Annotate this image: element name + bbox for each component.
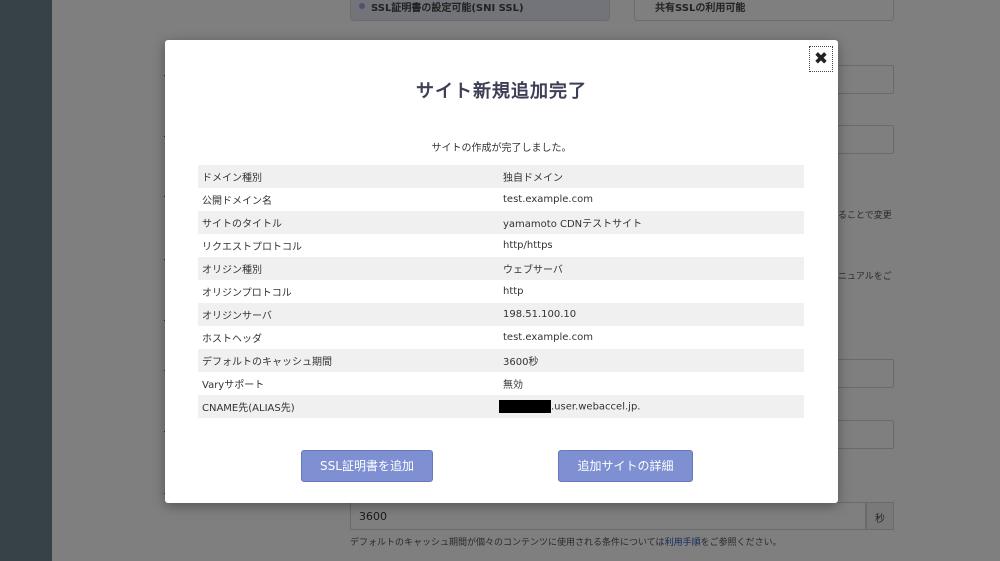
table-row: ホストヘッダ test.example.com	[198, 326, 804, 349]
row-label: CNAME先(ALIAS先)	[198, 395, 499, 418]
row-value: .user.webaccel.jp.	[499, 395, 804, 418]
modal-message: サイトの作成が完了しました。	[431, 143, 572, 154]
table-row: オリジンサーバ 198.51.100.10	[198, 303, 804, 326]
close-icon[interactable]: ✖	[809, 46, 833, 72]
table-row: ドメイン種別 独自ドメイン	[198, 165, 804, 188]
table-row: CNAME先(ALIAS先) .user.webaccel.jp.	[198, 395, 804, 418]
added-site-detail-button[interactable]: 追加サイトの詳細	[558, 450, 693, 482]
row-label: デフォルトのキャッシュ期間	[198, 349, 499, 372]
modal-title: サイト新規追加完了	[416, 81, 587, 102]
table-row: オリジンプロトコル http	[198, 280, 804, 303]
row-label: オリジンプロトコル	[202, 288, 292, 299]
cname-suffix: .user.webaccel.jp.	[551, 401, 641, 413]
row-label: 公開ドメイン名	[202, 196, 272, 207]
row-value: 3600秒	[499, 349, 804, 372]
table-row: デフォルトのキャッシュ期間 3600秒	[198, 349, 804, 372]
row-value: http/https	[503, 240, 553, 251]
row-value: http	[503, 286, 524, 297]
site-details-table: ドメイン種別 独自ドメイン 公開ドメイン名 test.example.com サ…	[198, 165, 804, 418]
row-label: オリジン種別	[198, 257, 499, 280]
add-ssl-certificate-button[interactable]: SSL証明書を追加	[301, 450, 433, 482]
row-label: ドメイン種別	[198, 165, 499, 188]
row-value: ウェブサーバ	[499, 257, 804, 280]
row-value: test.example.com	[503, 194, 593, 205]
row-value: 198.51.100.10	[499, 303, 804, 326]
row-value: 独自ドメイン	[499, 165, 804, 188]
table-row: オリジン種別 ウェブサーバ	[198, 257, 804, 280]
row-label: サイトのタイトル	[198, 211, 499, 234]
table-row: 公開ドメイン名 test.example.com	[198, 188, 804, 211]
table-row: Varyサポート 無効	[198, 372, 804, 395]
table-row: サイトのタイトル yamamoto CDNテストサイト	[198, 211, 804, 234]
row-label: リクエストプロトコル	[202, 242, 302, 253]
row-value: test.example.com	[503, 332, 593, 343]
row-label: Varyサポート	[202, 380, 265, 391]
site-added-modal: ✖ サイト新規追加完了 サイトの作成が完了しました。 ドメイン種別 独自ドメイン…	[165, 40, 838, 503]
row-value: 無効	[503, 380, 523, 391]
row-value: yamamoto CDNテストサイト	[499, 211, 804, 234]
row-label: オリジンサーバ	[198, 303, 499, 326]
table-row: リクエストプロトコル http/https	[198, 234, 804, 257]
row-label: ホストヘッダ	[202, 334, 262, 345]
redacted-block	[499, 400, 551, 413]
